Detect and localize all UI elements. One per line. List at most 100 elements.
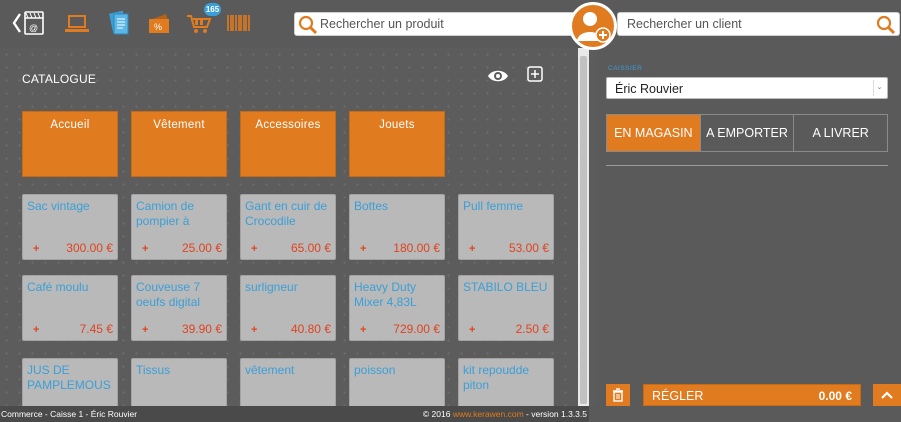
product-search-input[interactable] <box>320 13 570 35</box>
pay-button[interactable]: RÉGLER 0.00 € <box>643 384 861 406</box>
category-button[interactable]: Accessoires <box>240 111 336 177</box>
product-name: Tissus <box>136 363 171 377</box>
catalogue-title: CATALOGUE <box>22 72 97 86</box>
discount-icon[interactable]: % <box>146 10 172 36</box>
svg-text:%: % <box>154 22 162 32</box>
product-price: 53.00 € <box>508 241 549 255</box>
product-price: 180.00 € <box>393 241 440 255</box>
product-price: 25.00 € <box>181 241 222 255</box>
eye-icon[interactable] <box>487 68 509 89</box>
copyright-text: © 2016 <box>422 409 453 419</box>
add-to-cart-plus[interactable]: + <box>469 243 475 255</box>
product-tile[interactable]: surligneur +40.80 € <box>240 275 336 341</box>
product-tile[interactable]: Café moulu +7.45 € <box>22 275 118 341</box>
product-name: Couveuse 7 oeufs digital <box>136 280 201 309</box>
scrollbar-thumb[interactable] <box>580 56 587 404</box>
status-footer: Commerce - Caisse 1 - Éric Rouvier © 201… <box>0 406 589 422</box>
product-name: STABILO BLEU <box>463 280 548 294</box>
laptop-icon[interactable] <box>64 10 90 36</box>
barcode-icon[interactable] <box>226 10 252 36</box>
mode-in-store[interactable]: EN MAGASIN <box>607 115 701 151</box>
add-to-cart-plus[interactable]: + <box>33 324 39 336</box>
svg-text:@: @ <box>29 23 38 33</box>
footer-copyright: © 2016 www.kerawen.com - version 1.3.3.5 <box>423 409 587 419</box>
expand-button[interactable] <box>873 384 901 406</box>
cart-panel: CAISSIER Éric Rouvier ⌄ EN MAGASIN A EMP… <box>596 48 901 406</box>
product-name: Café moulu <box>27 280 89 294</box>
product-tile[interactable]: vêtement <box>240 358 336 406</box>
add-to-cart-plus[interactable]: + <box>142 324 148 336</box>
search-icon <box>298 15 318 40</box>
product-tile[interactable]: Couveuse 7 oeufs digital +39.90 € <box>131 275 227 341</box>
client-search-input[interactable] <box>627 13 877 35</box>
add-to-cart-plus[interactable]: + <box>360 324 366 336</box>
add-to-cart-plus[interactable]: + <box>142 243 148 255</box>
pay-label: RÉGLER <box>652 389 704 403</box>
category-button[interactable]: Vêtement <box>131 111 227 177</box>
pay-amount: 0.00 € <box>818 389 852 403</box>
product-price: 65.00 € <box>290 241 331 255</box>
product-name: poisson <box>354 363 396 377</box>
add-to-cart-plus[interactable]: + <box>251 324 257 336</box>
chevron-up-icon <box>881 391 893 399</box>
product-search <box>294 12 577 36</box>
cashier-label: CAISSIER <box>608 65 643 72</box>
add-to-cart-plus[interactable]: + <box>469 324 475 336</box>
client-search <box>617 12 900 36</box>
product-tile[interactable]: Camion de pompier à +25.00 € <box>131 194 227 260</box>
product-tile[interactable]: Bottes +180.00 € <box>349 194 445 260</box>
add-client-button[interactable] <box>569 2 617 50</box>
search-icon <box>876 15 896 40</box>
product-name: JUS DE PAMPLEMOUS <box>27 363 111 392</box>
product-tile[interactable]: Gant en cuir de Crocodile +65.00 € <box>240 194 336 260</box>
clear-cart-button[interactable] <box>606 384 630 406</box>
mode-delivery[interactable]: A LIVRER <box>794 115 888 151</box>
order-mode-tabs: EN MAGASIN A EMPORTER A LIVRER <box>606 114 888 152</box>
product-tile[interactable]: JUS DE PAMPLEMOUS <box>22 358 118 406</box>
product-price: 300.00 € <box>66 241 113 255</box>
add-user-icon <box>577 12 611 43</box>
add-square-icon[interactable] <box>527 66 543 87</box>
version-text: - version 1.3.3.5 <box>523 409 587 419</box>
category-button[interactable]: Jouets <box>349 111 445 177</box>
product-price: 729.00 € <box>393 322 440 336</box>
mode-take-away[interactable]: A EMPORTER <box>700 115 795 151</box>
add-to-cart-plus[interactable]: + <box>360 243 366 255</box>
product-tile[interactable]: STABILO BLEU +2.50 € <box>458 275 554 341</box>
product-price: 39.90 € <box>181 322 222 336</box>
top-bar: @ % 165 <box>0 0 901 50</box>
cashier-select[interactable]: Éric Rouvier ⌄ <box>606 77 888 99</box>
product-tile[interactable]: Sac vintage +300.00 € <box>22 194 118 260</box>
product-name: surligneur <box>245 280 298 294</box>
product-name: Bottes <box>354 199 389 213</box>
divider <box>606 165 888 166</box>
footer-right-area <box>589 406 901 422</box>
product-name: Pull femme <box>463 199 524 213</box>
product-name: Camion de pompier à <box>136 199 195 228</box>
product-tile[interactable]: Tissus <box>131 358 227 406</box>
product-tile[interactable]: Pull femme +53.00 € <box>458 194 554 260</box>
product-tile[interactable]: kit repoudde piton <box>458 358 554 406</box>
chevron-down-icon: ⌄ <box>873 80 885 96</box>
back-store-icon[interactable]: @ <box>12 10 46 36</box>
product-name: Sac vintage <box>27 199 90 213</box>
product-tile[interactable]: Heavy Duty Mixer 4,83L +729.00 € <box>349 275 445 341</box>
website-link[interactable]: www.kerawen.com <box>453 409 524 419</box>
cashier-value: Éric Rouvier <box>615 82 684 96</box>
product-name: vêtement <box>245 363 295 377</box>
product-price: 7.45 € <box>79 322 113 336</box>
category-button[interactable]: Accueil <box>22 111 118 177</box>
catalog-book-icon[interactable] <box>106 10 132 36</box>
product-name: Heavy Duty Mixer 4,83L <box>354 280 417 309</box>
product-name: kit repoudde piton <box>463 363 530 392</box>
trash-icon <box>613 388 623 402</box>
product-name: Gant en cuir de Crocodile <box>245 199 328 228</box>
product-price: 40.80 € <box>290 322 331 336</box>
cart-count-badge: 165 <box>204 3 221 16</box>
add-to-cart-plus[interactable]: + <box>33 243 39 255</box>
footer-session: Commerce - Caisse 1 - Éric Rouvier <box>1 409 138 419</box>
product-price: 2.50 € <box>515 322 549 336</box>
add-to-cart-plus[interactable]: + <box>251 243 257 255</box>
catalogue-panel: CATALOGUE Accueil Vêtement Accessoires Joue… <box>0 48 589 406</box>
product-tile[interactable]: poisson <box>349 358 445 406</box>
